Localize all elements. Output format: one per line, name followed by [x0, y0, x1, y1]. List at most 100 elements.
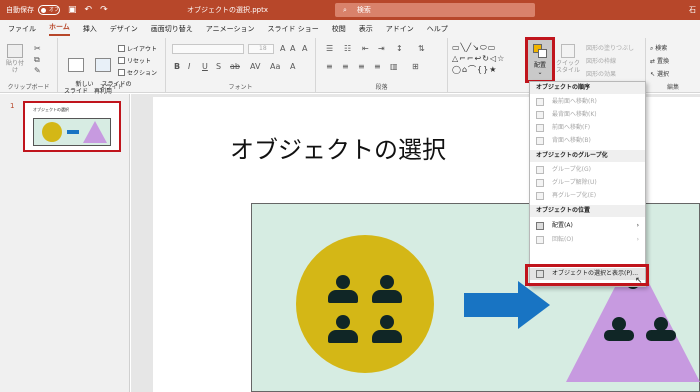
- bold-icon[interactable]: B: [174, 62, 180, 71]
- slide-number: 1: [10, 102, 15, 110]
- regroup-icon: [536, 192, 544, 200]
- font-name-field[interactable]: [172, 44, 244, 54]
- shadow-icon[interactable]: S: [216, 62, 221, 71]
- tab-addins[interactable]: アドイン: [386, 24, 414, 34]
- undo-icon[interactable]: ↶: [85, 5, 93, 15]
- menu-item-send-backward[interactable]: 背面へ移動(B): [530, 135, 645, 147]
- quick-style-icon: [561, 44, 575, 58]
- blue-arrow-shape[interactable]: [464, 281, 550, 329]
- strikethrough-icon[interactable]: ab: [230, 62, 240, 71]
- bring-forward-icon: [536, 124, 544, 132]
- align-center-icon[interactable]: ≡: [342, 62, 349, 71]
- paste-button[interactable]: 貼り付け: [4, 44, 26, 74]
- person-icon: [328, 275, 358, 303]
- reset-icon: [118, 57, 125, 64]
- italic-icon[interactable]: I: [188, 62, 190, 71]
- shrink-font-icon[interactable]: A: [290, 44, 295, 53]
- menu-item-bring-forward[interactable]: 前面へ移動(F): [530, 122, 645, 134]
- layout-icon: [118, 45, 125, 52]
- increase-indent-icon[interactable]: ⇥: [378, 44, 385, 53]
- clipboard-group: 貼り付け ✂ ⧉ ✎ クリップボード: [0, 38, 58, 93]
- line-spacing-icon[interactable]: ↕: [396, 44, 403, 53]
- underline-icon[interactable]: U: [202, 62, 208, 71]
- menu-header-order: オブジェクトの順序: [530, 82, 645, 94]
- shape-gallery[interactable]: ▭╲╱↘⬭▭ △⌐⌐↩↻◁☆ ◯⌂⌒{}★: [452, 42, 520, 76]
- paragraph-group: ☰ ☷ ⇤ ⇥ ↕ ⇅ ≡ ≡ ≡ ≡ ▥ ⊞ 段落: [316, 38, 448, 93]
- tab-design[interactable]: デザイン: [110, 24, 138, 34]
- tab-view[interactable]: 表示: [359, 24, 373, 34]
- menu-item-rotate[interactable]: 回転(O) ›: [530, 234, 645, 246]
- send-backward-icon: [536, 137, 544, 145]
- thumbnail-title: オブジェクトの選択: [33, 107, 69, 112]
- justify-icon[interactable]: ≡: [374, 62, 381, 71]
- arrange-dropdown-menu: オブジェクトの順序 最前面へ移動(R) 最背面へ移動(K) 前面へ移動(F) 背…: [529, 81, 646, 287]
- menu-item-bring-to-front[interactable]: 最前面へ移動(R): [530, 96, 645, 108]
- chevron-right-icon: ›: [636, 236, 639, 243]
- columns-icon[interactable]: ▥: [390, 62, 398, 71]
- reset-button[interactable]: リセット: [118, 56, 151, 65]
- tab-insert[interactable]: 挿入: [83, 24, 97, 34]
- shape-fill-button[interactable]: 図形の塗りつぶし: [586, 42, 634, 55]
- menu-item-group[interactable]: グループ化(G): [530, 164, 645, 176]
- document-title: オブジェクトの選択.pptx: [187, 6, 268, 14]
- tab-review[interactable]: 校閲: [332, 24, 346, 34]
- arrange-highlight-box: [525, 37, 555, 83]
- replace-button[interactable]: ⇄ 置換: [650, 55, 669, 68]
- menu-item-ungroup[interactable]: グループ解除(U): [530, 177, 645, 189]
- menu-item-send-to-back[interactable]: 最背面へ移動(K): [530, 109, 645, 121]
- bullets-icon[interactable]: ☰: [326, 44, 333, 53]
- menu-header-group: オブジェクトのグループ化: [530, 150, 645, 162]
- person-icon: [328, 315, 358, 343]
- paste-icon: [7, 44, 23, 58]
- clipboard-group-label: クリップボード: [7, 84, 50, 91]
- save-icon[interactable]: ▣: [68, 5, 77, 15]
- cut-icon[interactable]: ✂: [34, 44, 41, 53]
- select-button[interactable]: ↖ 選択: [650, 68, 669, 81]
- font-color-icon[interactable]: A: [290, 62, 295, 71]
- align-left-icon[interactable]: ≡: [326, 62, 333, 71]
- menu-item-align[interactable]: 配置(A) ›: [530, 220, 645, 232]
- shape-format-options: 図形の塗りつぶし 図形の枠線 図形の効果: [586, 42, 634, 81]
- slide-title[interactable]: オブジェクトの選択: [230, 130, 446, 165]
- tab-help[interactable]: ヘルプ: [427, 24, 448, 34]
- search-box[interactable]: ⌕ 検索: [335, 3, 535, 17]
- copy-icon[interactable]: ⧉: [34, 55, 40, 65]
- tab-slideshow[interactable]: スライド ショー: [268, 24, 319, 34]
- person-icon: [372, 315, 402, 343]
- user-name: 石: [689, 6, 696, 14]
- change-case-icon[interactable]: Aa: [270, 62, 280, 71]
- text-direction-icon[interactable]: ⇅: [418, 44, 425, 53]
- find-button[interactable]: ⌕ 検索: [650, 42, 669, 55]
- char-spacing-icon[interactable]: AV: [250, 62, 260, 71]
- menu-item-regroup[interactable]: 再グループ化(E): [530, 190, 645, 202]
- decrease-indent-icon[interactable]: ⇤: [362, 44, 369, 53]
- layout-button[interactable]: レイアウト: [118, 44, 157, 53]
- format-painter-icon[interactable]: ✎: [34, 66, 41, 75]
- send-to-back-icon: [536, 111, 544, 119]
- redo-icon[interactable]: ↷: [100, 5, 108, 15]
- smartart-icon[interactable]: ⊞: [412, 62, 419, 71]
- shape-effect-button[interactable]: 図形の効果: [586, 68, 634, 81]
- grow-font-icon[interactable]: A: [280, 44, 285, 53]
- new-slide-icon: [68, 58, 84, 72]
- person-icon: [372, 275, 402, 303]
- mouse-cursor-icon: ↖: [635, 276, 643, 286]
- group-icon: [536, 166, 544, 174]
- yellow-circle-shape[interactable]: [296, 235, 434, 373]
- autosave-toggle[interactable]: オフ: [38, 5, 60, 15]
- numbering-icon[interactable]: ☷: [344, 44, 351, 53]
- align-right-icon[interactable]: ≡: [358, 62, 365, 71]
- ribbon-tabs: ファイル ホーム 挿入 デザイン 画面切り替え アニメーション スライド ショー…: [0, 20, 700, 38]
- tab-home[interactable]: ホーム: [49, 22, 70, 36]
- thumbnail-circle: [42, 122, 62, 142]
- tab-animations[interactable]: アニメーション: [206, 24, 255, 34]
- quick-style-button[interactable]: クイック スタイル: [556, 44, 580, 74]
- slide-thumbnail[interactable]: オブジェクトの選択: [23, 101, 121, 152]
- tab-file[interactable]: ファイル: [8, 24, 36, 34]
- chevron-right-icon: ›: [636, 222, 639, 229]
- tab-transitions[interactable]: 画面切り替え: [151, 24, 193, 34]
- section-button[interactable]: セクション: [118, 68, 157, 77]
- shape-outline-button[interactable]: 図形の枠線: [586, 55, 634, 68]
- font-size-field[interactable]: 18: [248, 44, 274, 54]
- clear-format-icon[interactable]: A: [302, 44, 307, 53]
